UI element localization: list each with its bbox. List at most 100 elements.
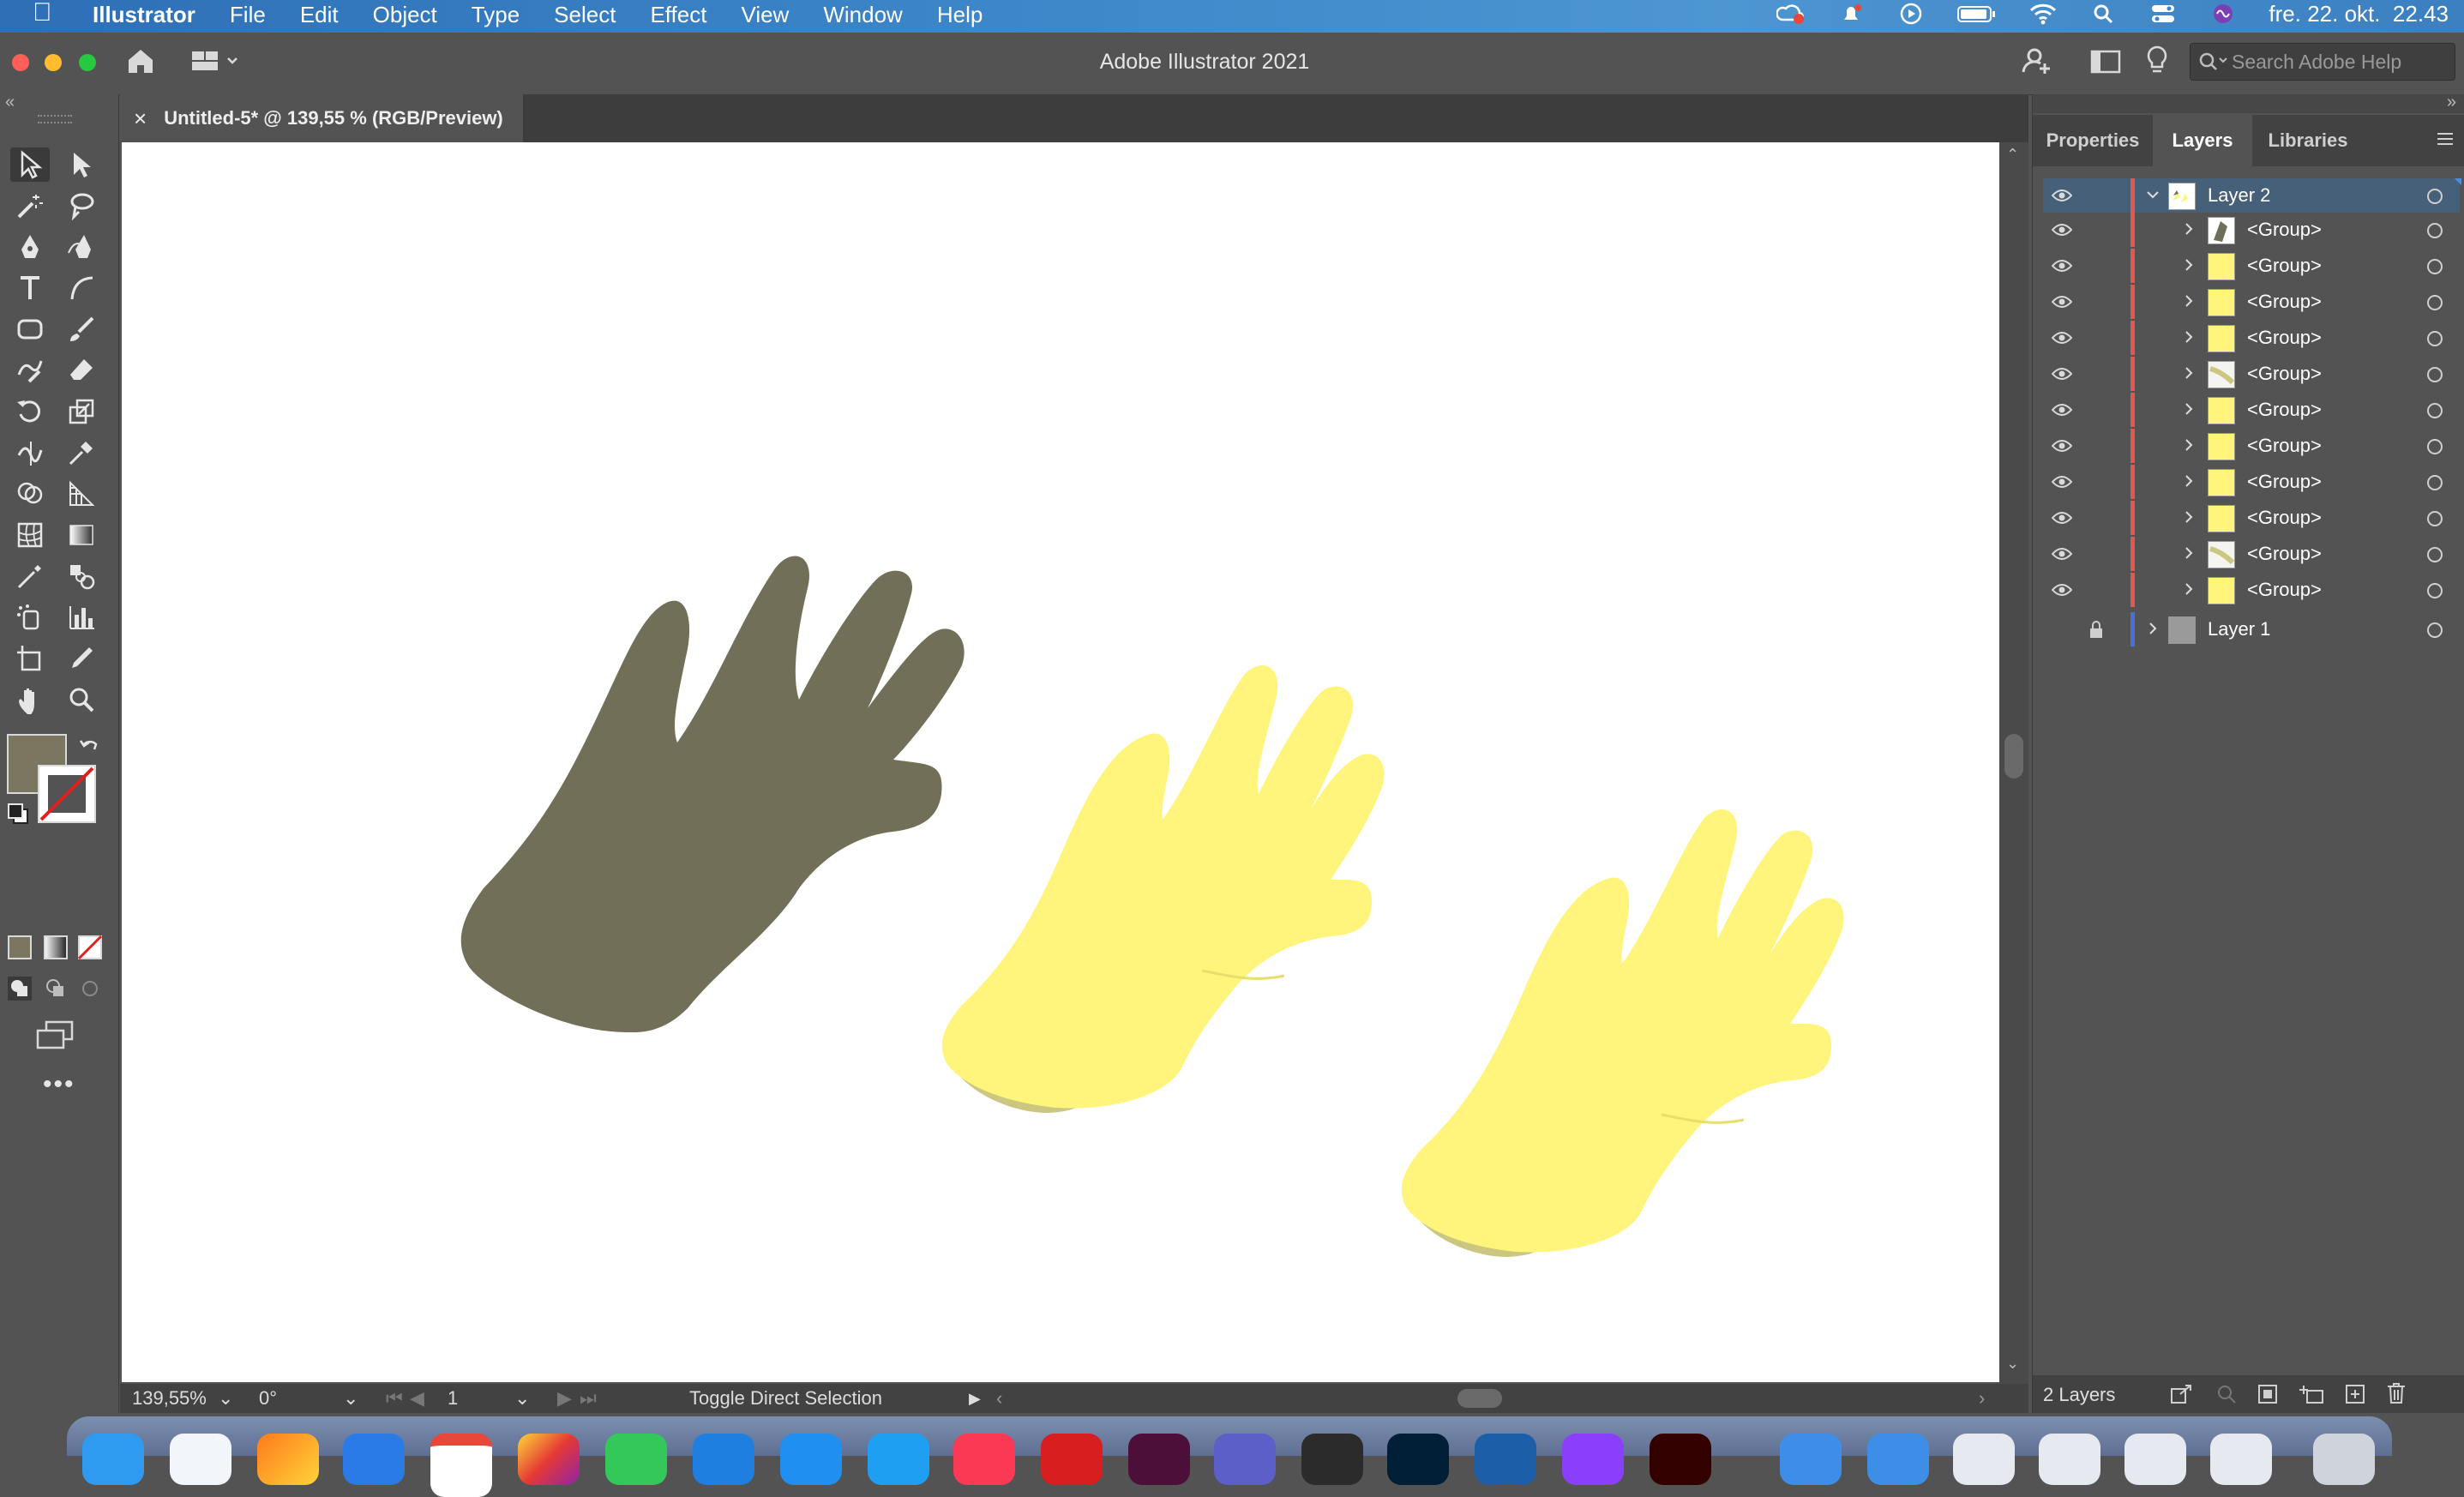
- scale-tool-icon[interactable]: [62, 394, 101, 429]
- scroll-down-icon[interactable]: ⌄: [2006, 1355, 2019, 1373]
- none-mode-icon[interactable]: [77, 935, 103, 965]
- photos-dock-icon[interactable]: [518, 1434, 580, 1485]
- zoom-level-field[interactable]: 139,55%: [132, 1384, 207, 1413]
- folder-dock-icon-2[interactable]: [1867, 1434, 1929, 1485]
- discover-lightbulb-icon[interactable]: [2145, 45, 2169, 80]
- visibility-eye-icon[interactable]: [2051, 509, 2073, 531]
- document-dock-icon-3[interactable]: [2124, 1434, 2186, 1485]
- layer-target-icon[interactable]: [2427, 622, 2443, 638]
- layer-row-layer-2[interactable]: Layer 2: [2043, 178, 2461, 213]
- edit-toolbar-more-icon[interactable]: •••: [43, 1070, 75, 1099]
- document-dock-icon-1[interactable]: [1953, 1434, 2015, 1485]
- layer-row-group[interactable]: <Group>: [2043, 537, 2460, 571]
- expand-chevron-icon[interactable]: [2180, 542, 2197, 569]
- column-graph-tool-icon[interactable]: [62, 600, 101, 634]
- vertical-scrollbar[interactable]: ⌃ ⌄: [1999, 142, 2028, 1384]
- finder-dock-icon[interactable]: [82, 1434, 144, 1485]
- gradient-mode-icon[interactable]: [43, 935, 69, 965]
- play-icon[interactable]: [1896, 3, 1926, 25]
- panel-collapse-bar[interactable]: »: [2033, 93, 2464, 113]
- expand-chevron-icon[interactable]: [2180, 218, 2197, 245]
- visibility-eye-icon[interactable]: [2051, 257, 2073, 279]
- group-target-icon[interactable]: [2427, 295, 2443, 310]
- perspective-grid-tool-icon[interactable]: [62, 477, 101, 511]
- scroll-up-icon[interactable]: ⌃: [2006, 146, 2019, 164]
- mesh-tool-icon[interactable]: [10, 518, 50, 552]
- panel-menu-icon[interactable]: [2436, 130, 2455, 152]
- zoom-tool-icon[interactable]: [62, 682, 101, 717]
- group-name[interactable]: <Group>: [2247, 285, 2322, 319]
- line-segment-tool-icon[interactable]: [62, 271, 101, 305]
- eraser-tool-icon[interactable]: [62, 353, 101, 388]
- layer-row-group[interactable]: <Group>: [2043, 357, 2460, 391]
- tab-properties[interactable]: Properties: [2033, 115, 2153, 166]
- screen-mode-icon[interactable]: [34, 1020, 75, 1055]
- status-menu-arrow-icon[interactable]: ▶: [969, 1384, 981, 1413]
- group-target-icon[interactable]: [2427, 439, 2443, 454]
- document-dock-icon-4[interactable]: [2210, 1434, 2272, 1485]
- rectangle-tool-icon[interactable]: [10, 312, 50, 346]
- draw-inside-icon[interactable]: [77, 976, 103, 1006]
- trash-dock-icon[interactable]: [2313, 1434, 2375, 1485]
- folder-dock-icon-1[interactable]: [1780, 1434, 1842, 1485]
- battery-icon[interactable]: [1956, 3, 1998, 25]
- group-target-icon[interactable]: [2427, 547, 2443, 562]
- files-dock-icon[interactable]: [693, 1434, 754, 1485]
- search-adobe-help-field[interactable]: Search Adobe Help: [2190, 43, 2455, 81]
- menu-select[interactable]: Select: [554, 2, 616, 27]
- expand-chevron-icon[interactable]: [2180, 506, 2197, 533]
- visibility-eye-icon[interactable]: [2051, 401, 2073, 423]
- group-target-icon[interactable]: [2427, 583, 2443, 598]
- artboard-tool-icon[interactable]: [10, 641, 50, 676]
- xcode-dock-icon[interactable]: [868, 1434, 929, 1485]
- share-user-icon[interactable]: [2020, 45, 2052, 81]
- menu-view[interactable]: View: [741, 2, 789, 27]
- type-tool-icon[interactable]: [10, 271, 50, 305]
- slice-tool-icon[interactable]: [62, 641, 101, 676]
- swap-fill-stroke-icon[interactable]: [79, 736, 101, 762]
- color-mode-icon[interactable]: [7, 935, 33, 965]
- app-dock-icon[interactable]: [1562, 1434, 1624, 1485]
- selection-tool-icon[interactable]: [10, 147, 50, 182]
- menu-help[interactable]: Help: [937, 2, 983, 27]
- layer-row-group[interactable]: <Group>: [2043, 213, 2460, 247]
- width-tool-icon[interactable]: [10, 436, 50, 470]
- group-name[interactable]: <Group>: [2247, 537, 2322, 571]
- menu-window[interactable]: Window: [823, 2, 902, 27]
- expand-chevron-icon[interactable]: [2180, 326, 2197, 353]
- arrange-documents-icon[interactable]: [2090, 50, 2121, 78]
- app-store-dock-icon[interactable]: [780, 1434, 842, 1485]
- blend-tool-icon[interactable]: [62, 559, 101, 593]
- layer-row-group[interactable]: <Group>: [2043, 393, 2460, 427]
- group-target-icon[interactable]: [2427, 223, 2443, 238]
- export-icon[interactable]: [2170, 1384, 2192, 1410]
- visibility-eye-icon[interactable]: [2051, 545, 2073, 567]
- new-layer-icon[interactable]: [2345, 1384, 2365, 1410]
- mail-dock-icon[interactable]: [343, 1434, 405, 1485]
- eyedropper-tool-icon[interactable]: [10, 559, 50, 593]
- vertical-scroll-thumb[interactable]: [2004, 734, 2023, 779]
- firefox-dock-icon[interactable]: [257, 1434, 319, 1485]
- panel-expand-icon[interactable]: »: [2447, 93, 2456, 112]
- messages-dock-icon[interactable]: [605, 1434, 667, 1485]
- last-artboard-icon[interactable]: ⏭: [580, 1384, 597, 1413]
- group-name[interactable]: <Group>: [2247, 357, 2322, 391]
- visibility-eye-icon[interactable]: [2051, 473, 2073, 495]
- shape-builder-tool-icon[interactable]: [10, 477, 50, 511]
- notification-icon[interactable]: [1836, 3, 1866, 25]
- expand-chevron-icon[interactable]: [2180, 290, 2197, 317]
- apple-menu-icon[interactable]: : [33, 0, 52, 27]
- expand-chevron-icon[interactable]: [2180, 470, 2197, 497]
- toolbar-collapse-icon[interactable]: «: [5, 93, 15, 112]
- lock-icon[interactable]: [2088, 620, 2105, 643]
- expand-chevron-icon[interactable]: [2180, 434, 2197, 461]
- document-dock-icon-2[interactable]: [2039, 1434, 2100, 1485]
- expand-chevron-icon[interactable]: [2180, 578, 2197, 605]
- first-artboard-icon[interactable]: ⏮: [386, 1384, 403, 1413]
- close-tab-icon[interactable]: ×: [134, 105, 147, 132]
- visibility-eye-icon[interactable]: [2051, 329, 2073, 351]
- group-target-icon[interactable]: [2427, 259, 2443, 274]
- toolbar-grip[interactable]: [38, 115, 72, 123]
- expand-chevron-icon[interactable]: [2180, 362, 2197, 389]
- symbol-sprayer-tool-icon[interactable]: [10, 600, 50, 634]
